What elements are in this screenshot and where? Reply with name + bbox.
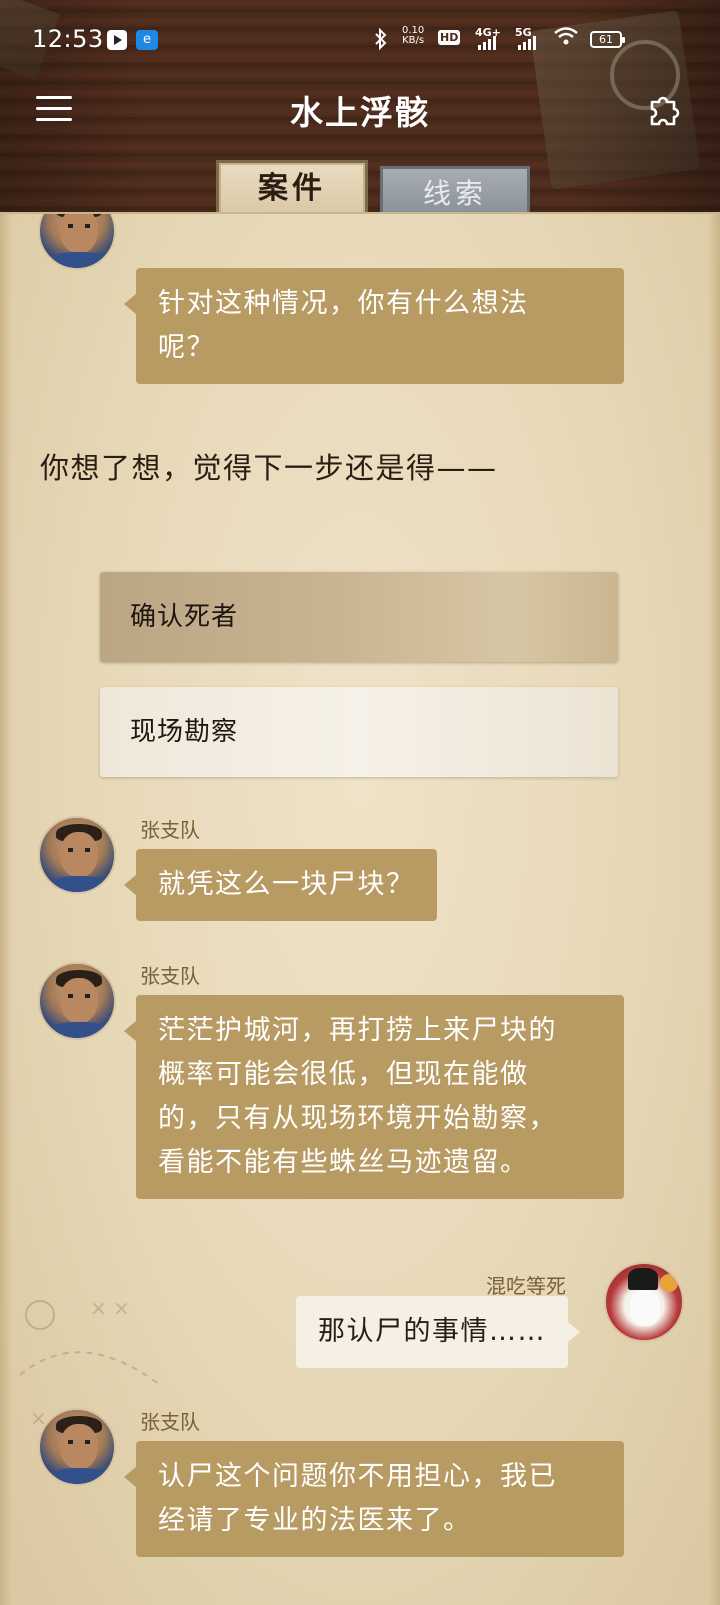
hd-badge: HD <box>438 30 461 45</box>
choice-scene-investigation[interactable]: 现场勘察 <box>100 687 618 777</box>
conversation-panel[interactable]: × × × ○ 针对这种情况，你有什么想法 呢？ 你想了想，觉得下一步还是得——… <box>0 212 720 1605</box>
avatar-zhang[interactable] <box>38 214 116 270</box>
tab-clues[interactable]: 线索 <box>380 166 530 216</box>
avatar-zhang[interactable] <box>38 962 116 1040</box>
message-line: 针对这种情况，你有什么想法 <box>158 288 529 319</box>
tab-case[interactable]: 案件 <box>216 160 368 218</box>
message-bubble: 认尸这个问题你不用担心，我已 经请了专业的法医来了。 <box>124 1441 624 1557</box>
avatar-user[interactable] <box>604 1262 684 1342</box>
message-line: 看能不能有些蛛丝马迹遗留。 <box>158 1147 529 1178</box>
speaker-name: 张支队 <box>140 964 200 988</box>
battery-icon: 61 <box>590 31 625 48</box>
wifi-icon <box>554 26 578 46</box>
avatar-zhang[interactable] <box>38 1408 116 1486</box>
message-line: 呢？ <box>158 332 215 363</box>
puzzle-icon[interactable] <box>646 92 682 128</box>
speaker-name: 张支队 <box>140 818 200 842</box>
user-message-bubble: 那认尸的事情…… <box>296 1296 580 1368</box>
narration-text: 你想了想，觉得下一步还是得—— <box>40 451 498 485</box>
message-line: 的，只有从现场环境开始勘察， <box>158 1103 557 1134</box>
message-bubble: 针对这种情况，你有什么想法 呢？ <box>124 268 624 384</box>
speaker-name: 张支队 <box>140 1410 200 1434</box>
status-time: 12:53 <box>32 25 104 53</box>
message-line: 概率可能会很低，但现在能做 <box>158 1059 529 1090</box>
bluetooth-icon <box>374 27 388 55</box>
message-text: 那认尸的事情…… <box>318 1316 546 1347</box>
choice-confirm-victim[interactable]: 确认死者 <box>100 572 618 662</box>
message-line: 茫茫护城河，再打捞上来尸块的 <box>158 1015 557 1046</box>
message-text: 就凭这么一块尸块？ <box>158 869 415 900</box>
network-speed: 0.10 KB/s <box>402 26 424 46</box>
signal-bars-icon <box>478 36 500 50</box>
message-line: 认尸这个问题你不用担心，我已 <box>158 1461 557 1492</box>
signal-bars-icon-2 <box>518 36 540 50</box>
message-bubble: 茫茫护城河，再打捞上来尸块的 概率可能会很低，但现在能做 的，只有从现场环境开始… <box>124 995 624 1199</box>
status-bar: 12:53 e 0.10 KB/s HD 4G+ 5G 61 <box>0 22 720 62</box>
header-desk-background: 12:53 e 0.10 KB/s HD 4G+ 5G 61 水上浮骸 案件 线… <box>0 0 720 225</box>
notification-app-icon <box>107 30 127 50</box>
network-speed-unit: KB/s <box>402 35 425 46</box>
svg-text:× ×: × × <box>90 1296 130 1320</box>
message-line: 经请了专业的法医来了。 <box>158 1505 472 1536</box>
user-speaker-name: 混吃等死 <box>486 1274 566 1298</box>
notification-app-icon-2: e <box>136 30 158 50</box>
message-bubble: 就凭这么一块尸块？ <box>124 849 437 921</box>
avatar-zhang[interactable] <box>38 816 116 894</box>
page-title: 水上浮骸 <box>290 93 430 132</box>
